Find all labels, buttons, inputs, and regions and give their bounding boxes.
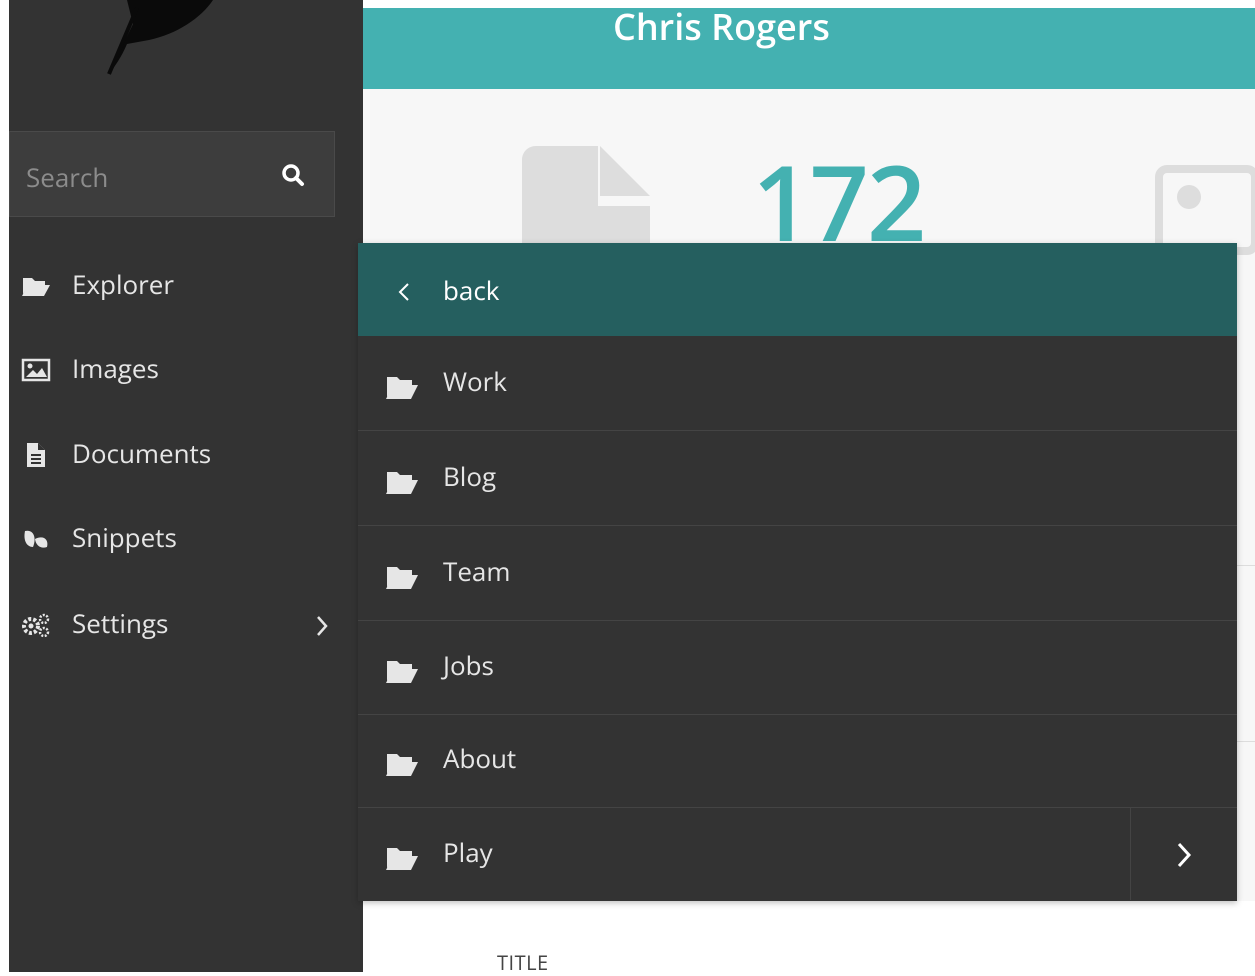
chevron-right-icon [1177, 842, 1192, 868]
folder-item-team[interactable]: Team [358, 526, 1237, 621]
document-icon [27, 443, 45, 467]
folder-label: Blog [443, 458, 497, 494]
sidebar-item-snippets[interactable]: Snippets [9, 511, 363, 571]
back-label: back [443, 272, 500, 308]
user-name: Chris Rogers [613, 2, 830, 51]
folder-item-blog[interactable]: Blog [358, 431, 1237, 526]
folder-item-about[interactable]: About [358, 713, 1237, 808]
sidebar-item-settings[interactable]: Settings [9, 597, 363, 657]
folder-label: About [443, 740, 517, 776]
back-button[interactable]: back [358, 243, 1237, 336]
folder-label: Work [443, 363, 507, 399]
folder-open-icon [386, 472, 418, 494]
sidebar-item-label: Snippets [72, 519, 177, 555]
folder-label: Team [443, 553, 511, 589]
folder-label: Play [443, 834, 493, 870]
document-icon [522, 146, 650, 256]
folder-open-icon [386, 377, 418, 399]
image-icon [1155, 165, 1255, 255]
image-icon [21, 358, 51, 382]
chevron-right-icon [317, 616, 328, 636]
profile-header: Chris Rogers [363, 2, 1255, 89]
folder-open-icon [386, 661, 418, 683]
chevron-left-icon [398, 283, 409, 301]
sidebar-item-images[interactable]: Images [9, 342, 363, 402]
search-placeholder: Search [26, 159, 109, 195]
folder-label: Jobs [443, 647, 494, 683]
sidebar-item-label: Settings [72, 605, 169, 641]
folder-item-jobs[interactable]: Jobs [358, 620, 1237, 715]
logo[interactable] [9, 0, 363, 118]
sidebar-item-label: Images [72, 350, 159, 386]
folder-item-work[interactable]: Work [358, 336, 1237, 431]
sidebar: Search Explorer Images Documents Snippet… [9, 0, 363, 972]
search-icon[interactable] [280, 162, 306, 188]
expand-subfolder-button[interactable] [1130, 807, 1238, 900]
sidebar-item-label: Documents [72, 435, 212, 471]
folder-open-icon [386, 848, 418, 870]
folder-open-icon [386, 754, 418, 776]
folder-open-icon [22, 278, 50, 296]
divider [1237, 565, 1255, 566]
sidebar-item-label: Explorer [72, 266, 175, 302]
leaf-icon [24, 530, 48, 548]
divider [1237, 741, 1255, 742]
folder-panel: back Work Blog Team Jobs About Play [358, 243, 1237, 901]
sidebar-item-documents[interactable]: Documents [9, 427, 363, 487]
folder-open-icon [386, 567, 418, 589]
folder-item-play[interactable]: Play [358, 807, 1237, 901]
sidebar-item-explorer[interactable]: Explorer [9, 258, 363, 318]
gears-icon [22, 613, 50, 638]
search-input[interactable]: Search [9, 131, 335, 217]
logo-icon [107, 0, 213, 75]
